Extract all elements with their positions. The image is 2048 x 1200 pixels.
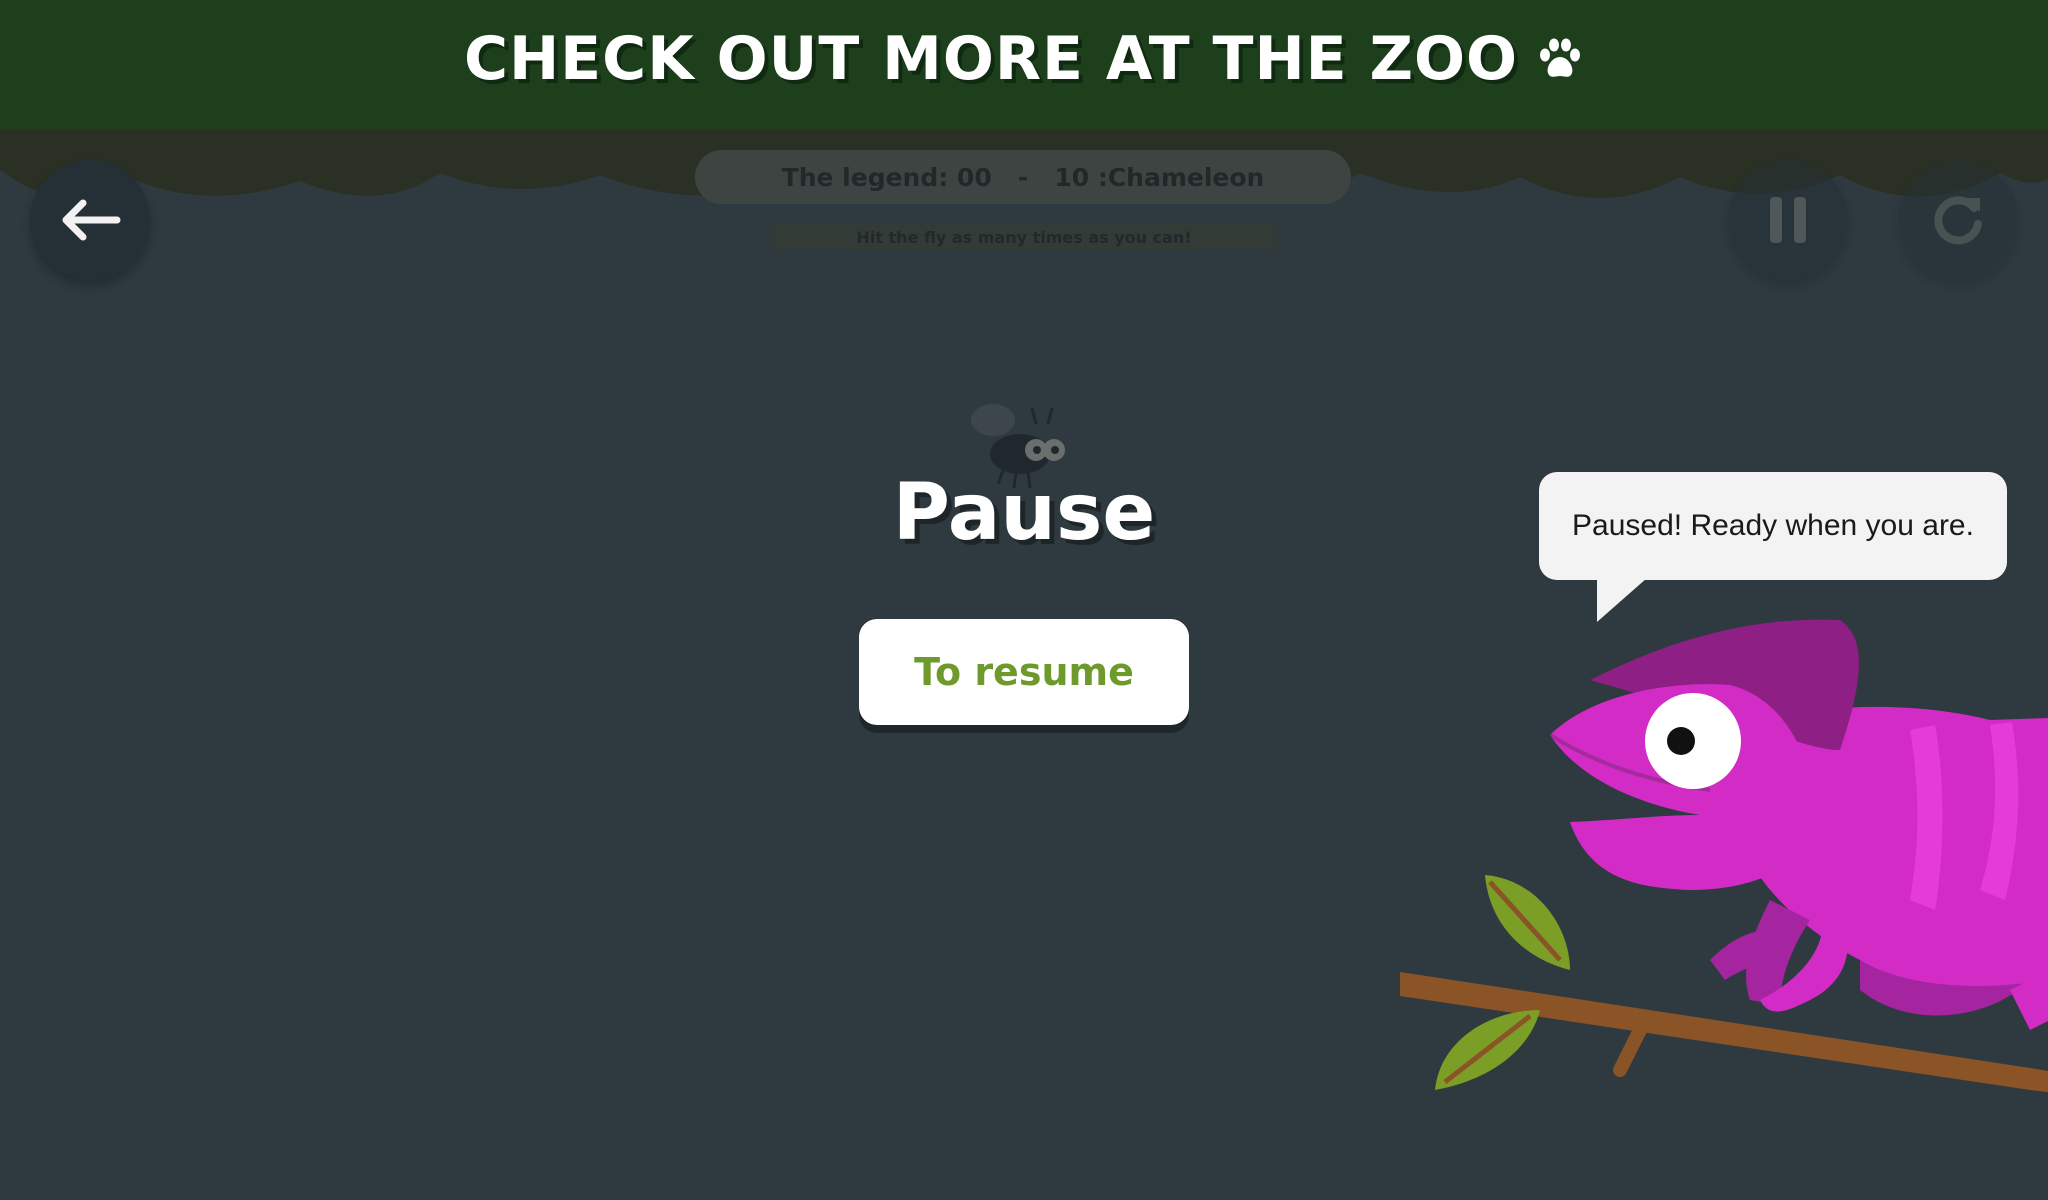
score-legend: The legend: 00 - 10 :Chameleon — [695, 150, 1351, 204]
game-hint: Hit the fly as many times as you can! — [770, 224, 1278, 250]
resume-button[interactable]: To resume — [859, 619, 1189, 725]
game-screen: CHECK OUT MORE AT THE ZOO The legend: 00… — [0, 0, 2048, 1200]
pause-button[interactable] — [1728, 160, 1848, 280]
reload-button[interactable] — [1898, 160, 2018, 280]
chameleon-character — [1400, 619, 2048, 1093]
speech-bubble: Paused! Ready when you are. — [1539, 472, 2007, 580]
arrow-left-icon — [62, 199, 121, 241]
zoo-banner[interactable]: CHECK OUT MORE AT THE ZOO — [0, 0, 2048, 129]
banner-title: CHECK OUT MORE AT THE ZOO — [464, 24, 1584, 94]
banner-text: CHECK OUT MORE AT THE ZOO — [463, 23, 1519, 94]
reload-icon — [1934, 196, 1982, 245]
pause-icon — [1770, 197, 1806, 243]
paw-icon — [1540, 38, 1581, 77]
pause-title: Pause — [892, 468, 1156, 558]
speech-bubble-text: Paused! Ready when you are. — [1572, 509, 1974, 542]
back-button[interactable] — [30, 160, 150, 280]
